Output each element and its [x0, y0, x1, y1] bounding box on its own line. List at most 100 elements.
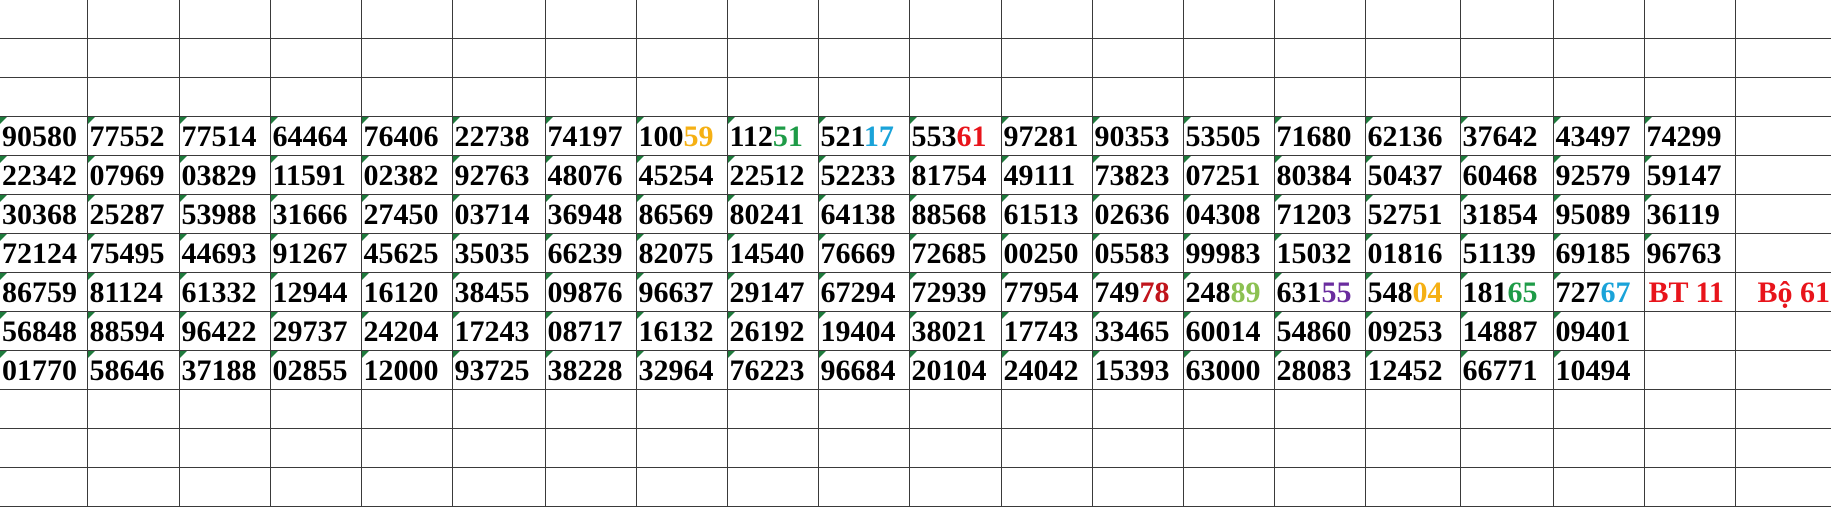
sheet-cell[interactable]: 01816	[1364, 232, 1461, 273]
sheet-cell[interactable]: 36948	[544, 193, 637, 234]
sheet-cell[interactable]: 17243	[451, 310, 546, 351]
sheet-cell[interactable]	[544, 37, 637, 78]
sheet-cell[interactable]: 52117	[817, 115, 910, 156]
sheet-cell[interactable]	[1552, 76, 1645, 117]
sheet-cell[interactable]	[1091, 76, 1184, 117]
sheet-cell[interactable]: 71680	[1273, 115, 1366, 156]
sheet-cell[interactable]	[451, 388, 546, 429]
sheet-cell[interactable]	[726, 388, 819, 429]
sheet-cell[interactable]	[1091, 466, 1184, 507]
sheet-cell[interactable]	[178, 427, 271, 468]
sheet-cell[interactable]	[544, 427, 637, 468]
sheet-cell[interactable]	[817, 427, 910, 468]
sheet-cell[interactable]: 03714	[451, 193, 546, 234]
sheet-cell[interactable]: 28083	[1273, 349, 1366, 390]
sheet-cell[interactable]	[86, 427, 180, 468]
sheet-cell[interactable]: 53988	[178, 193, 271, 234]
sheet-cell[interactable]	[0, 466, 88, 507]
sheet-cell[interactable]	[1091, 0, 1184, 39]
sheet-cell[interactable]	[0, 427, 88, 468]
sheet-cell[interactable]	[0, 388, 88, 429]
sheet-cell[interactable]	[1734, 466, 1831, 507]
sheet-cell[interactable]: 62136	[1364, 115, 1461, 156]
sheet-cell[interactable]: 80241	[726, 193, 819, 234]
sheet-cell[interactable]: 11591	[269, 154, 362, 195]
sheet-cell[interactable]	[178, 0, 271, 39]
sheet-cell[interactable]	[1459, 388, 1554, 429]
sheet-cell[interactable]	[1643, 76, 1736, 117]
sheet-cell[interactable]	[1734, 37, 1831, 78]
sheet-cell[interactable]: 51139	[1459, 232, 1554, 273]
sheet-cell[interactable]: 96637	[635, 271, 728, 312]
sheet-cell[interactable]	[1364, 388, 1461, 429]
sheet-cell[interactable]: 02636	[1091, 193, 1184, 234]
sheet-cell[interactable]: 72124	[0, 232, 88, 273]
sheet-cell[interactable]: 90353	[1091, 115, 1184, 156]
sheet-cell[interactable]: 00250	[1000, 232, 1093, 273]
sheet-cell[interactable]	[1734, 76, 1831, 117]
sheet-cell[interactable]: 99983	[1182, 232, 1275, 273]
sheet-cell[interactable]	[360, 37, 453, 78]
sheet-cell[interactable]	[1643, 0, 1736, 39]
sheet-cell[interactable]: 45254	[635, 154, 728, 195]
sheet-cell[interactable]: 17743	[1000, 310, 1093, 351]
sheet-cell[interactable]: 03829	[178, 154, 271, 195]
sheet-cell[interactable]: 16132	[635, 310, 728, 351]
sheet-cell[interactable]: 20104	[908, 349, 1002, 390]
sheet-cell[interactable]: 38021	[908, 310, 1002, 351]
sheet-cell[interactable]: 71203	[1273, 193, 1366, 234]
sheet-cell[interactable]: 38455	[451, 271, 546, 312]
sheet-cell[interactable]: 72939	[908, 271, 1002, 312]
sheet-cell[interactable]: 09401	[1552, 310, 1645, 351]
sheet-cell[interactable]	[908, 0, 1002, 39]
sheet-cell[interactable]: 11251	[726, 115, 819, 156]
sheet-cell[interactable]: 52751	[1364, 193, 1461, 234]
sheet-cell[interactable]	[269, 37, 362, 78]
sheet-cell[interactable]	[817, 76, 910, 117]
sheet-cell[interactable]: 76223	[726, 349, 819, 390]
sheet-cell[interactable]: 01770	[0, 349, 88, 390]
sheet-cell[interactable]: 76669	[817, 232, 910, 273]
sheet-cell[interactable]: 24889	[1182, 271, 1275, 312]
sheet-cell[interactable]: 30368	[0, 193, 88, 234]
sheet-cell[interactable]	[1459, 466, 1554, 507]
sheet-cell[interactable]	[1552, 388, 1645, 429]
sheet-cell[interactable]: 61513	[1000, 193, 1093, 234]
sheet-cell[interactable]	[1273, 0, 1366, 39]
sheet-cell[interactable]	[1000, 76, 1093, 117]
sheet-cell[interactable]	[1643, 310, 1736, 351]
sheet-cell[interactable]	[1091, 388, 1184, 429]
sheet-cell[interactable]	[908, 466, 1002, 507]
sheet-cell[interactable]	[178, 37, 271, 78]
sheet-cell[interactable]	[635, 0, 728, 39]
sheet-cell[interactable]	[360, 388, 453, 429]
sheet-cell[interactable]	[86, 76, 180, 117]
sheet-cell[interactable]: 74299	[1643, 115, 1736, 156]
sheet-cell[interactable]: 88594	[86, 310, 180, 351]
sheet-cell[interactable]	[1273, 37, 1366, 78]
sheet-cell[interactable]	[0, 0, 88, 39]
sheet-cell[interactable]: 22512	[726, 154, 819, 195]
sheet-cell[interactable]: 45625	[360, 232, 453, 273]
sheet-cell[interactable]	[86, 0, 180, 39]
sheet-cell[interactable]: 54804	[1364, 271, 1461, 312]
sheet-cell[interactable]: 67294	[817, 271, 910, 312]
sheet-cell[interactable]	[269, 427, 362, 468]
sheet-cell[interactable]: 80384	[1273, 154, 1366, 195]
sheet-cell[interactable]	[1000, 466, 1093, 507]
sheet-cell[interactable]	[1734, 232, 1831, 273]
sheet-cell[interactable]	[1734, 154, 1831, 195]
sheet-cell[interactable]: 66239	[544, 232, 637, 273]
sheet-cell[interactable]	[1459, 0, 1554, 39]
sheet-cell[interactable]: 32964	[635, 349, 728, 390]
sheet-cell[interactable]: 63000	[1182, 349, 1275, 390]
sheet-cell[interactable]: 60468	[1459, 154, 1554, 195]
sheet-cell[interactable]	[451, 76, 546, 117]
sheet-cell[interactable]: 25287	[86, 193, 180, 234]
sheet-cell[interactable]	[178, 388, 271, 429]
sheet-cell[interactable]	[817, 37, 910, 78]
sheet-cell[interactable]: 52233	[817, 154, 910, 195]
sheet-cell[interactable]	[269, 76, 362, 117]
sheet-cell[interactable]	[1364, 427, 1461, 468]
sheet-cell[interactable]: 16120	[360, 271, 453, 312]
